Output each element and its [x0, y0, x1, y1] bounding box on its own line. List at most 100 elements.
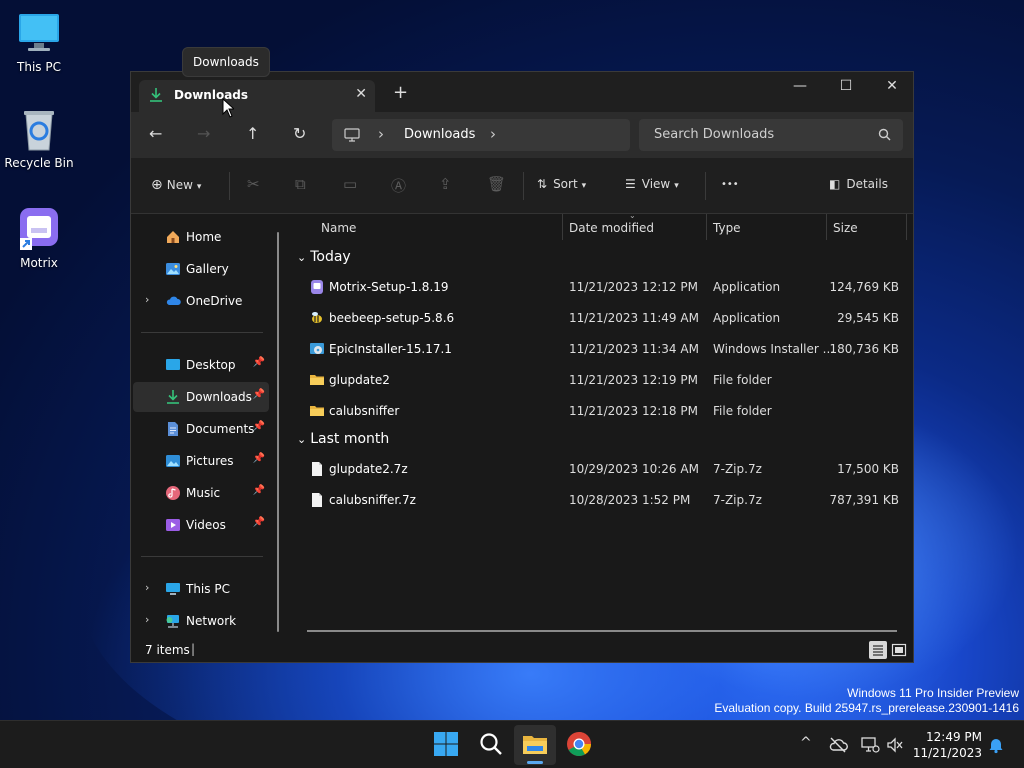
item-count: 7 items: [145, 643, 190, 657]
cloud-icon: [165, 293, 181, 309]
chrome-taskbar-button[interactable]: [566, 731, 594, 759]
paste-icon[interactable]: ▭: [343, 175, 357, 193]
start-button[interactable]: [433, 731, 461, 759]
active-indicator: [527, 761, 543, 764]
file-name: beebeep-setup-5.8.6: [329, 311, 455, 325]
show-hidden-icons-button[interactable]: ^: [800, 735, 812, 751]
chevron-right-icon[interactable]: ›: [145, 581, 149, 594]
search-input[interactable]: Search Downloads: [654, 127, 774, 142]
column-divider[interactable]: [706, 214, 707, 240]
up-button[interactable]: ↑: [246, 124, 259, 143]
share-icon[interactable]: ⇪: [439, 175, 452, 193]
close-button[interactable]: ✕: [869, 72, 913, 104]
motrix-app-icon: [16, 206, 62, 252]
cloud-offline-icon[interactable]: [828, 736, 848, 757]
bee-icon: [309, 310, 325, 326]
table-row[interactable]: EpicInstaller-15.17.1 11/21/2023 11:34 A…: [297, 334, 903, 364]
table-row[interactable]: calubsniffer 11/21/2023 12:18 PM File fo…: [297, 396, 903, 426]
file-date: 11/21/2023 12:12 PM: [569, 280, 698, 294]
minimize-button[interactable]: —: [777, 72, 823, 104]
chevron-right-icon[interactable]: ›: [145, 293, 149, 306]
table-row[interactable]: glupdate2.7z 10/29/2023 10:26 AM 7-Zip.7…: [297, 454, 903, 484]
desktop-icon-motrix[interactable]: Motrix: [4, 206, 74, 270]
pictures-icon: [165, 453, 181, 469]
breadcrumb-downloads[interactable]: Downloads: [404, 127, 475, 142]
archive-file-icon: [309, 461, 325, 477]
column-header-size[interactable]: Size: [833, 221, 858, 235]
address-bar[interactable]: › Downloads ›: [332, 119, 630, 151]
horizontal-scrollbar[interactable]: [307, 630, 897, 632]
sidebar-item-downloads[interactable]: Downloads 📌: [133, 382, 269, 412]
title-bar[interactable]: Downloads ✕ + — ☐ ✕: [131, 72, 913, 112]
desktop-icon-recycle-bin[interactable]: Recycle Bin: [4, 106, 74, 170]
sidebar-item-music[interactable]: Music 📌: [133, 478, 269, 508]
sort-button[interactable]: ⇅ Sort ▾: [537, 177, 586, 191]
network-icon: [165, 613, 181, 629]
sidebar-item-label: Videos: [186, 518, 226, 532]
cut-icon[interactable]: ✂: [247, 175, 260, 193]
search-taskbar-button[interactable]: [478, 731, 506, 759]
new-button[interactable]: ⊕ New ▾: [151, 177, 201, 193]
table-row[interactable]: beebeep-setup-5.8.6 11/21/2023 11:49 AM …: [297, 303, 903, 333]
column-header-name[interactable]: Name: [321, 221, 356, 235]
column-divider[interactable]: [906, 214, 907, 240]
chevron-down-icon: ▾: [196, 182, 202, 192]
network-status-icon[interactable]: [860, 736, 880, 757]
breadcrumb-separator[interactable]: ›: [490, 125, 496, 143]
table-row[interactable]: Motrix-Setup-1.8.19 11/21/2023 12:12 PM …: [297, 272, 903, 302]
tab-downloads[interactable]: Downloads ✕: [139, 80, 375, 112]
file-size: 180,736 KB: [829, 342, 899, 356]
group-header-today[interactable]: ⌄ Today: [297, 249, 351, 265]
file-explorer-taskbar-button[interactable]: [514, 725, 556, 765]
desktop-icon-this-pc[interactable]: This PC: [4, 10, 74, 74]
system-clock[interactable]: 12:49 PM 11/21/2023: [913, 729, 982, 761]
status-separator: |: [191, 642, 196, 656]
maximize-button[interactable]: ☐: [823, 72, 869, 104]
sidebar-item-this-pc[interactable]: › This PC: [133, 574, 269, 604]
pin-icon: 📌: [252, 485, 265, 496]
table-row[interactable]: calubsniffer.7z 10/28/2023 1:52 PM 7-Zip…: [297, 485, 903, 515]
sidebar-item-documents[interactable]: Documents 📌: [133, 414, 269, 444]
search-box[interactable]: Search Downloads: [639, 119, 903, 151]
details-pane-icon: ◧: [829, 177, 841, 191]
more-options-button[interactable]: •••: [721, 179, 739, 190]
forward-button[interactable]: →: [197, 124, 210, 143]
tiles-view-icon[interactable]: [891, 641, 907, 662]
installer-icon: [309, 279, 325, 295]
home-icon: [165, 229, 181, 245]
divider: [705, 172, 706, 200]
refresh-button[interactable]: ↻: [293, 124, 306, 143]
details-view-icon[interactable]: [869, 641, 887, 659]
column-divider[interactable]: [826, 214, 827, 240]
sidebar-item-pictures[interactable]: Pictures 📌: [133, 446, 269, 476]
group-header-last-month[interactable]: ⌄ Last month: [297, 431, 389, 447]
sidebar-item-videos[interactable]: Videos 📌: [133, 510, 269, 540]
sidebar-item-onedrive[interactable]: › OneDrive: [133, 286, 269, 316]
sidebar-item-gallery[interactable]: Gallery: [133, 254, 269, 284]
tab-close-icon[interactable]: ✕: [355, 86, 367, 102]
back-button[interactable]: ←: [149, 124, 162, 143]
pin-icon: 📌: [252, 357, 265, 368]
copy-icon[interactable]: ⧉: [295, 175, 306, 193]
column-divider[interactable]: [562, 214, 563, 240]
volume-muted-icon[interactable]: [886, 736, 904, 757]
details-button[interactable]: ◧ Details: [829, 177, 888, 191]
rename-icon[interactable]: Ⓐ: [391, 175, 406, 196]
desktop-icon: [165, 357, 181, 373]
sidebar-item-label: Music: [186, 486, 221, 500]
sidebar-item-network[interactable]: › Network: [133, 606, 269, 636]
view-button[interactable]: ☰ View ▾: [625, 177, 679, 191]
search-icon: [878, 128, 891, 144]
file-date: 11/21/2023 11:49 AM: [569, 311, 699, 325]
navigation-pane-scrollbar[interactable]: [277, 232, 279, 632]
column-header-type[interactable]: Type: [713, 221, 741, 235]
table-row[interactable]: glupdate2 11/21/2023 12:19 PM File folde…: [297, 365, 903, 395]
sidebar-item-desktop[interactable]: Desktop 📌: [133, 350, 269, 380]
delete-icon[interactable]: 🗑: [487, 175, 506, 193]
sidebar-item-home[interactable]: Home: [133, 222, 269, 252]
column-header-date[interactable]: Date modified: [569, 221, 654, 235]
chevron-down-icon: ▾: [581, 181, 587, 191]
notification-bell-icon[interactable]: [988, 736, 1004, 757]
chevron-right-icon[interactable]: ›: [145, 613, 149, 626]
new-tab-button[interactable]: +: [393, 82, 408, 103]
